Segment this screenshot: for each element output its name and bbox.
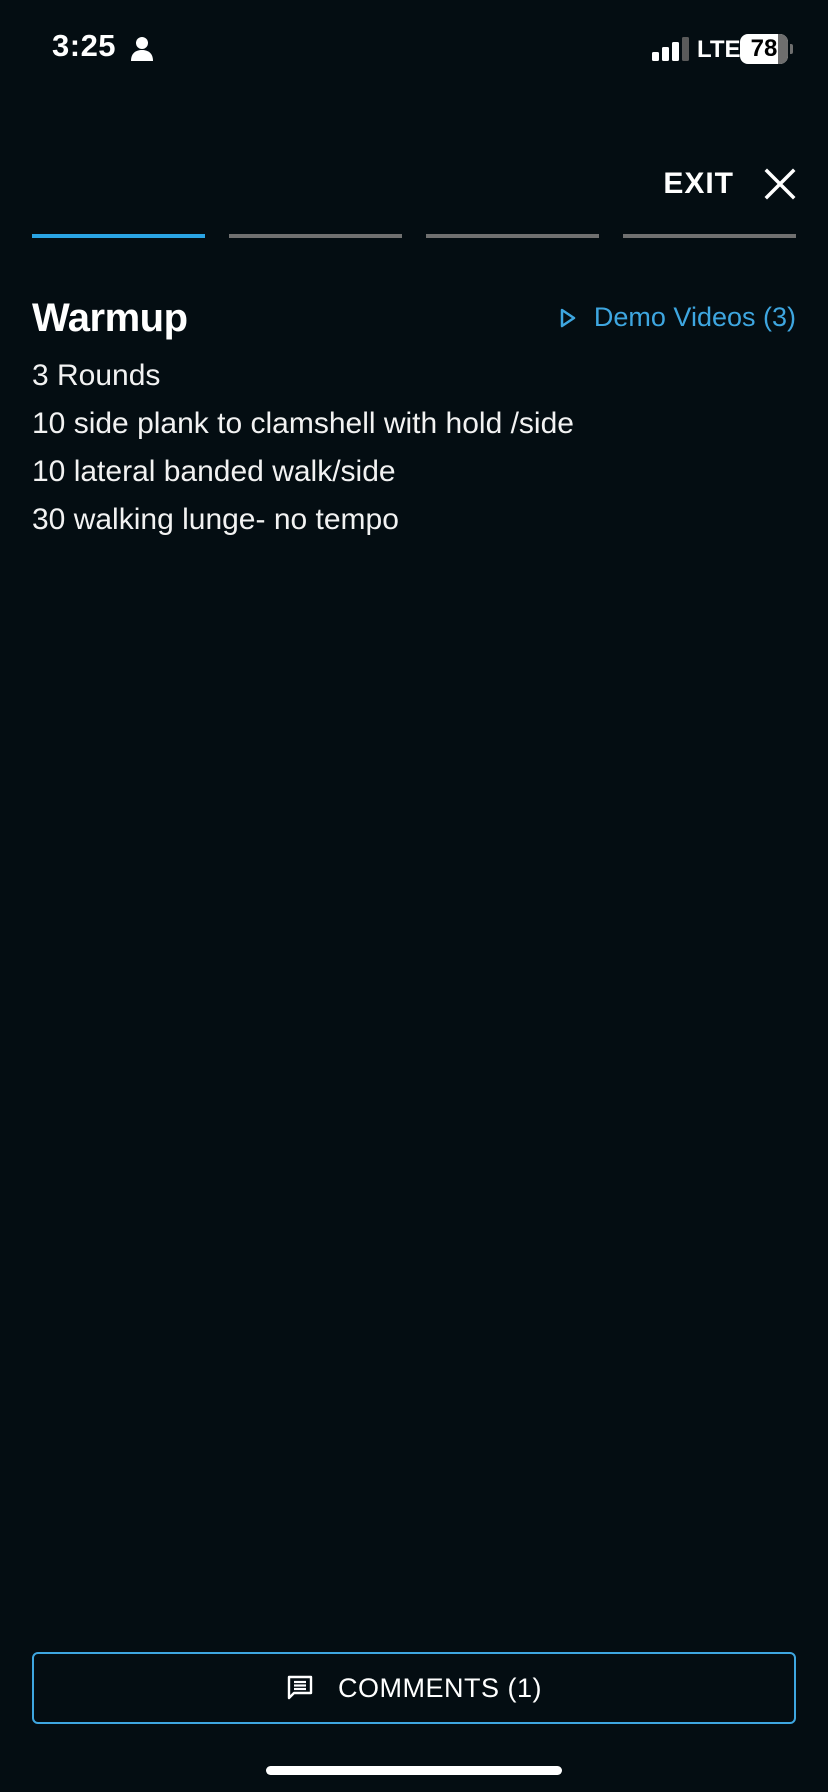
battery-level: 78 [750, 35, 778, 62]
progress-segment-2[interactable] [229, 234, 402, 238]
status-bar: 3:25 LTE 78 [0, 0, 828, 100]
progress-segment-1[interactable] [32, 234, 205, 238]
progress-segment-3[interactable] [426, 234, 599, 238]
workout-line: 10 lateral banded walk/side [32, 455, 396, 488]
close-icon[interactable] [764, 168, 796, 200]
exit-label: EXIT [663, 167, 734, 200]
comments-label: COMMENTS (1) [338, 1672, 542, 1703]
network-label: LTE [697, 36, 741, 63]
home-indicator[interactable] [266, 1766, 562, 1775]
demo-videos-link[interactable]: Demo Videos (3) [560, 302, 796, 333]
section-title: Warmup [32, 296, 188, 340]
person-icon [131, 37, 153, 61]
status-time: 3:25 [52, 28, 117, 63]
workout-progress [32, 234, 796, 238]
workout-description: 3 Rounds 10 side plank to clamshell with… [32, 352, 796, 544]
progress-segment-4[interactable] [623, 234, 796, 238]
signal-icon [652, 37, 689, 61]
play-icon [560, 308, 576, 327]
workout-line: 30 walking lunge- no tempo [32, 503, 399, 536]
demo-videos-label: Demo Videos (3) [593, 302, 796, 332]
battery-icon: 78 [740, 34, 793, 64]
workout-line: 10 side plank to clamshell with hold /si… [32, 407, 574, 440]
comments-button[interactable]: COMMENTS (1) [32, 1652, 796, 1724]
exit-button[interactable]: EXIT [663, 160, 796, 208]
section-header: Warmup Demo Videos (3) [32, 296, 796, 346]
workout-line: 3 Rounds [32, 359, 161, 392]
comment-icon [287, 1675, 313, 1700]
